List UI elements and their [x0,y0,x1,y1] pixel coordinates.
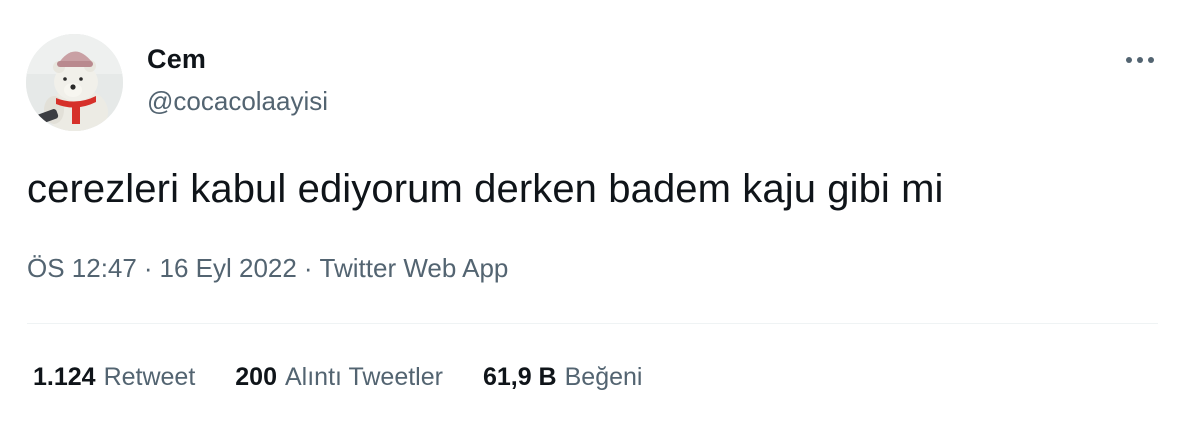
stat-count: 1.124 [33,363,96,391]
quote-tweets-count-link[interactable]: 200 Alıntı Tweetler [235,363,443,392]
tweet-time[interactable]: ÖS 12:47 [27,253,137,283]
stat-count: 200 [235,363,277,391]
more-horizontal-icon [1126,57,1154,63]
stat-label: Alıntı Tweetler [285,363,443,391]
retweet-count-link[interactable]: 1.124 Retweet [33,363,195,392]
divider [27,323,1158,324]
separator-dot: · [143,253,153,283]
stat-label: Retweet [103,363,196,391]
polar-bear-plush-avatar-image [26,34,123,131]
tweet-metadata: ÖS 12:47 · 16 Eyl 2022 · Twitter Web App [27,253,508,284]
separator-dot: · [303,253,313,283]
more-options-button[interactable] [1118,48,1162,72]
likes-count-link[interactable]: 61,9 B Beğeni [483,363,643,392]
tweet-text: cerezleri kabul ediyorum derken badem ka… [27,167,944,211]
tweet-source[interactable]: Twitter Web App [320,253,509,283]
author-handle[interactable]: @cocacolaayisi [147,86,328,117]
stat-label: Beğeni [564,363,643,391]
avatar[interactable] [26,34,123,131]
stat-count: 61,9 B [482,363,557,391]
tweet-date[interactable]: 16 Eyl 2022 [160,253,297,283]
tweet-stats: 1.124 Retweet 200 Alıntı Tweetler 61,9 B… [33,363,642,392]
author-display-name[interactable]: Cem [147,44,206,75]
